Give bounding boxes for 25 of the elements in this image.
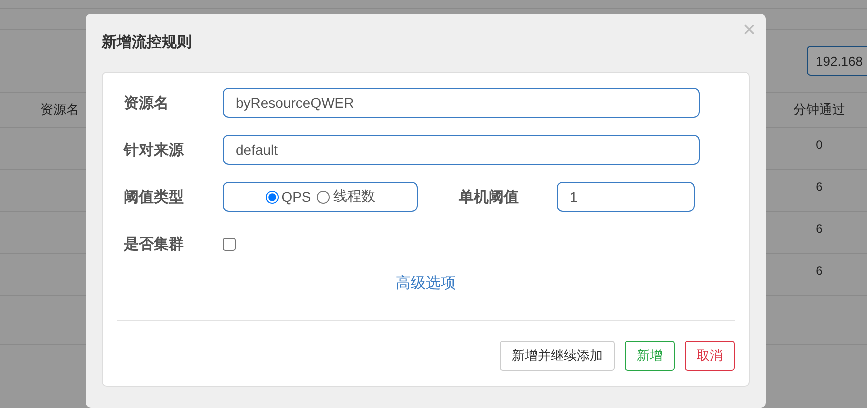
column-header: 资源名 (40, 101, 80, 119)
table-cell-text: 6 (815, 179, 824, 194)
table-cell-text: 0 (815, 137, 824, 152)
radio-label: 线程数 (333, 188, 376, 206)
threshold-field[interactable]: 1 (557, 182, 695, 212)
field-label: 阈值类型 (123, 188, 185, 206)
advanced-options-link[interactable]: 高级选项 (396, 274, 456, 293)
column-header: 分钟通过 (792, 101, 846, 119)
field-label: 针对来源 (122, 140, 186, 160)
radio-label: QPS (282, 189, 312, 205)
dialog-button[interactable]: 新增并继续添加 (500, 341, 615, 371)
radio-button[interactable] (317, 190, 330, 204)
text-field[interactable]: byResourceQWER (223, 88, 700, 118)
table-cell-text: 6 (815, 263, 824, 278)
table-cell-text: 6 (815, 221, 824, 236)
radio-button[interactable] (266, 190, 279, 204)
dialog-title: 新增流控规则 (102, 33, 192, 52)
field-label: 资源名 (123, 94, 170, 112)
ip-field[interactable]: 192.168 (807, 46, 867, 76)
field-label: 单机阈值 (459, 188, 520, 206)
field-label: 是否集群 (123, 234, 185, 254)
dialog-button[interactable]: 新增 (625, 341, 675, 371)
dialog-button[interactable]: 取消 (685, 341, 735, 371)
checkbox[interactable] (223, 238, 236, 250)
text-field[interactable]: default (223, 135, 700, 165)
